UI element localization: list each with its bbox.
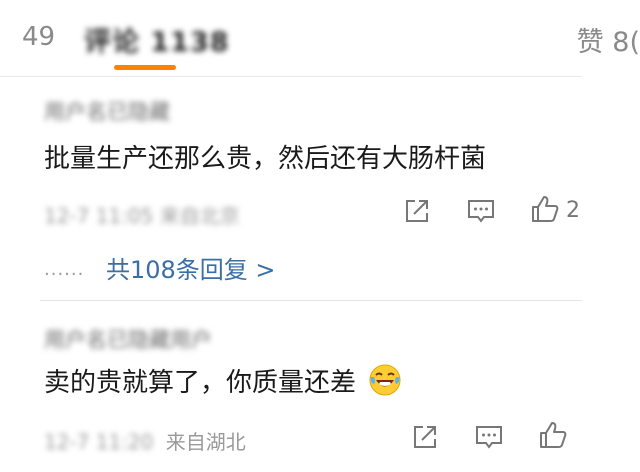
comment-text-body: 卖的贵就算了，你质量还差 xyxy=(44,368,357,398)
comment-icon[interactable] xyxy=(474,422,504,452)
replies-dots: ...... xyxy=(44,259,85,280)
share-icon[interactable] xyxy=(410,422,440,452)
comment-author[interactable]: 用户名已隐藏 xyxy=(44,96,170,126)
comment-icon[interactable] xyxy=(466,196,496,226)
replies-label: 共108条回复 > xyxy=(105,256,276,284)
comment-divider xyxy=(40,300,582,301)
comment-author[interactable]: 用户名已隐藏用户 xyxy=(44,324,212,354)
like-count: 2 xyxy=(566,198,580,223)
comment-location: 来自湖北 xyxy=(165,430,246,454)
tab-likes-count: 8( xyxy=(612,27,640,58)
laughing-tears-emoji-icon xyxy=(368,363,402,397)
comment-meta: 12-7 11:05 来自北京 xyxy=(44,204,240,228)
comment-text: 卖的贵就算了，你质量还差 xyxy=(44,362,402,399)
tab-comments[interactable]: 评论 1138 xyxy=(84,20,230,59)
share-icon[interactable] xyxy=(402,196,432,226)
comment-time: 12-7 11:20 xyxy=(44,430,154,454)
thumbs-up-icon[interactable] xyxy=(538,420,568,450)
tab-left-count[interactable]: 49 xyxy=(22,22,55,52)
replies-link[interactable]: ...... 共108条回复 > xyxy=(44,250,276,285)
tab-active-indicator xyxy=(114,65,176,70)
comment-meta: 12-7 11:20 来自湖北 xyxy=(44,426,246,455)
tab-likes-label: 赞 xyxy=(576,27,604,58)
tab-likes[interactable]: 赞 8( xyxy=(577,20,640,59)
comment-text: 批量生产还那么贵，然后还有大肠杆菌 xyxy=(44,144,487,174)
thumbs-up-icon[interactable] xyxy=(530,194,560,224)
tab-bar-divider xyxy=(0,76,582,77)
